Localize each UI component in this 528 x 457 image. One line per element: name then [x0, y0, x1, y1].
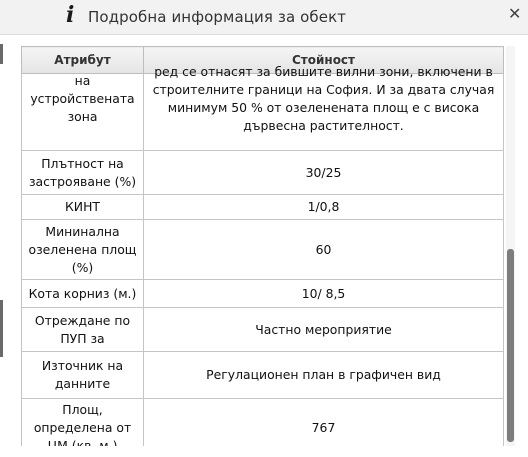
attributes-panel[interactable]: Атрибут Стойност на устройствената зона … [21, 46, 504, 446]
table-row: на устройствената зона ред се отнасят за… [21, 64, 504, 151]
value-cell: 767 [143, 398, 504, 446]
window-title: Подробна информация за обект [88, 8, 347, 26]
attribute-cell: Отреждане по ПУП за [21, 307, 144, 352]
info-icon: i [66, 2, 75, 28]
table-row: Отреждане по ПУП за Частно мероприятие [21, 307, 504, 352]
vertical-scrollbar[interactable] [506, 46, 515, 446]
table-row: Мининална озеленена площ (%) 60 [21, 219, 504, 280]
value-cell: Частно мероприятие [143, 307, 504, 352]
table-row: Кота корниз (м.) 10/ 8,5 [21, 279, 504, 308]
attribute-cell: Кота корниз (м.) [21, 279, 144, 308]
value-cell: 60 [143, 219, 504, 280]
value-cell: 30/25 [143, 150, 504, 195]
value-cell: 1/0,8 [143, 194, 504, 220]
attributes-table: Атрибут Стойност на устройствената зона … [21, 46, 504, 446]
scrollbar-thumb[interactable] [507, 249, 514, 442]
attribute-cell: КИНТ [21, 194, 144, 220]
table-row: Плътност на застрояване (%) 30/25 [21, 150, 504, 195]
attribute-cell: на устройствената зона [21, 73, 144, 151]
value-cell: Регулационен план в графичен вид [143, 351, 504, 399]
table-row: Площ, определена от ЦМ (кв. м.) 767 [21, 398, 504, 446]
background-edge [0, 300, 3, 357]
close-icon[interactable]: ✕ [508, 4, 521, 23]
background-edge [0, 44, 3, 64]
attribute-cell: Плътност на застрояване (%) [21, 150, 144, 195]
attribute-cell: Мининална озеленена площ (%) [21, 219, 144, 280]
attribute-cell: Източник на данните [21, 351, 144, 399]
window-titlebar: i Подробна информация за обект ✕ [0, 0, 528, 35]
value-cell: ред се отнасят за бившите вилни зони, вк… [143, 64, 504, 151]
table-row: Източник на данните Регулационен план в … [21, 351, 504, 399]
table-row: КИНТ 1/0,8 [21, 194, 504, 220]
value-cell: 10/ 8,5 [143, 279, 504, 308]
attribute-cell: Площ, определена от ЦМ (кв. м.) [21, 398, 144, 446]
column-header-attribute[interactable]: Атрибут [21, 46, 144, 74]
